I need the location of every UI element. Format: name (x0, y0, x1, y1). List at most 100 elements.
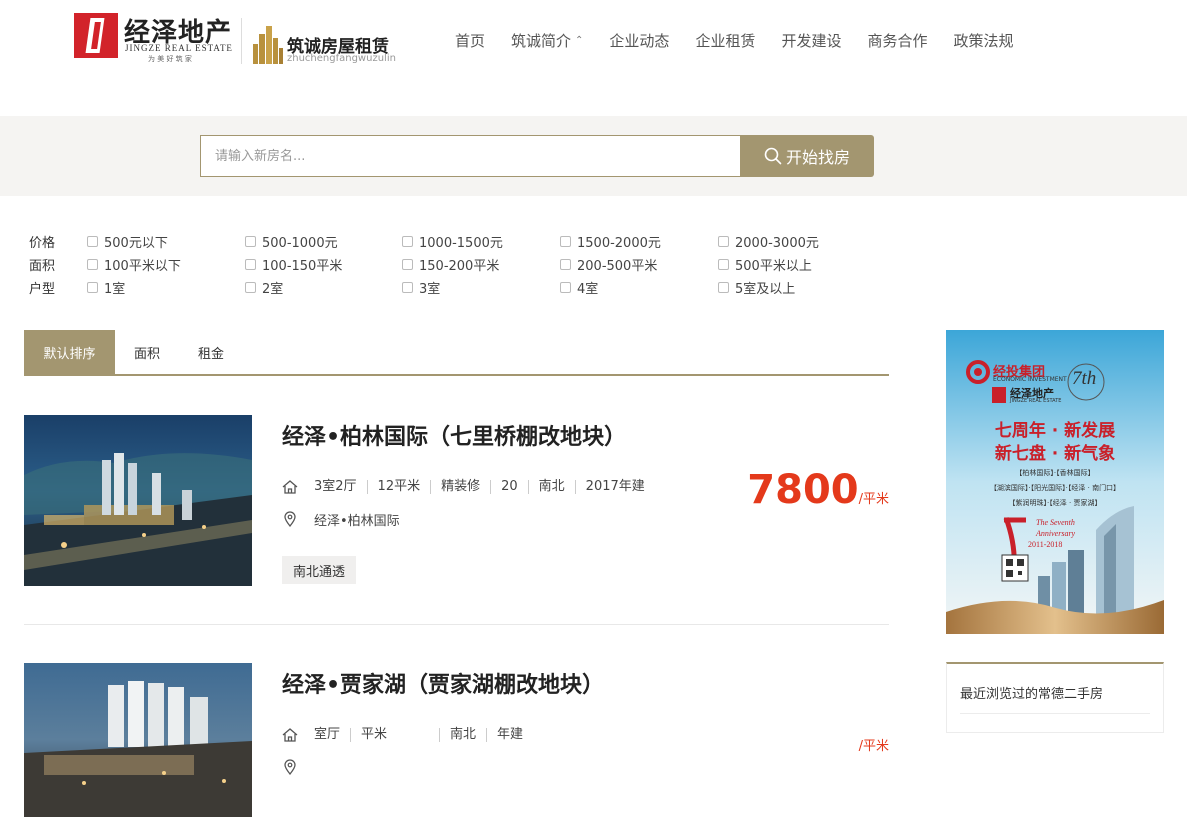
filter-option-label: 4室 (577, 282, 599, 297)
checkbox[interactable] (718, 282, 729, 293)
filter-option[interactable]: 500-1000元 (245, 232, 338, 251)
checkbox[interactable] (718, 259, 729, 270)
sort-bar: 默认排序 面积 租金 (24, 330, 889, 376)
nav-policy[interactable]: 政策法规 (953, 28, 1013, 52)
filter-option-label: 1500-2000元 (577, 236, 661, 251)
checkbox[interactable] (245, 259, 256, 270)
checkbox[interactable] (560, 282, 571, 293)
filter-option[interactable]: 500元以下 (87, 232, 168, 251)
filter-option[interactable]: 500平米以上 (718, 255, 812, 274)
listing-title[interactable]: 经泽•贾家湖（贾家湖棚改地块） (282, 667, 604, 699)
zhucheng-logo[interactable]: 筑诚房屋租赁 zhuchengfangwuzulin (251, 24, 396, 66)
checkbox[interactable] (402, 282, 413, 293)
checkbox[interactable] (87, 259, 98, 270)
price-unit: /平米 (858, 492, 889, 507)
checkbox[interactable] (560, 236, 571, 247)
filter-option[interactable]: 150-200平米 (402, 255, 499, 274)
filter-option[interactable]: 1室 (87, 278, 125, 297)
checkbox[interactable] (718, 236, 729, 247)
search-icon (764, 147, 782, 165)
listing-title[interactable]: 经泽•柏林国际（七里桥棚改地块） (282, 419, 626, 451)
listing-meta-orientation: 南北 (439, 728, 486, 742)
filter-option[interactable]: 2000-3000元 (718, 232, 819, 251)
listing-meta-layout: 室厅 (314, 727, 341, 742)
recently-viewed-divider (960, 713, 1150, 714)
filter-option[interactable]: 100-150平米 (245, 255, 342, 274)
nav-about[interactable]: 筑诚简介 ⌃ (511, 28, 583, 52)
listing-item[interactable]: 经泽•贾家湖（贾家湖棚改地块） 室厅 平米 南北 年建 /平米 (24, 663, 889, 817)
filter-option[interactable]: 4室 (560, 278, 598, 297)
checkbox[interactable] (245, 236, 256, 247)
sort-tab-rent[interactable]: 租金 (179, 330, 243, 374)
filter-option[interactable]: 1000-1500元 (402, 232, 503, 251)
listing-price: /平米 (859, 735, 889, 754)
filter-option[interactable]: 100平米以下 (87, 255, 181, 274)
recently-viewed-title: 最近浏览过的常德二手房 (960, 687, 1104, 702)
jingze-logo-mark-icon (74, 13, 118, 58)
buildings-logo-icon (253, 26, 283, 64)
listing-meta-area: 平米 (350, 728, 397, 742)
nav-business[interactable]: 商务合作 (867, 28, 927, 52)
listing-item[interactable]: 经泽•柏林国际（七里桥棚改地块） 3室2厅 12平米 精装修 20 南北 201… (24, 415, 889, 590)
sort-tab-default[interactable]: 默认排序 (24, 330, 115, 374)
location-pin-icon (280, 757, 300, 777)
nav-news[interactable]: 企业动态 (609, 28, 669, 52)
checkbox[interactable] (87, 236, 98, 247)
filter-option-label: 200-500平米 (577, 259, 658, 274)
checkbox[interactable] (245, 282, 256, 293)
ad-projects-1: 【柏林国际】·【香林国际】 (1015, 469, 1095, 477)
listing-divider (24, 624, 889, 625)
checkbox[interactable] (402, 259, 413, 270)
listing-price: 7800 /平米 (747, 467, 889, 513)
listing-meta-year: 2017年建 (574, 480, 655, 494)
filter-option-label: 500-1000元 (262, 236, 338, 251)
listing-photo[interactable] (24, 415, 252, 586)
site-header: 经泽地产 JINGZE REAL ESTATE 为 美 好 筑 家 筑诚房屋租赁… (0, 0, 1187, 116)
listing-meta-orientation: 南北 (527, 480, 575, 494)
jingze-logo[interactable]: 经泽地产 JINGZE REAL ESTATE 为 美 好 筑 家 (74, 13, 234, 63)
nav-leasing-label: 企业租赁 (695, 31, 756, 50)
nav-home-label: 首页 (455, 31, 486, 50)
listing-meta-layout: 3室2厅 (314, 479, 357, 494)
sort-tab-area[interactable]: 面积 (115, 330, 179, 374)
checkbox[interactable] (87, 282, 98, 293)
listing-location: 经泽•柏林国际 (280, 509, 400, 529)
house-icon (280, 477, 300, 497)
anniversary-ad-banner[interactable]: 经投集团 ECONOMIC INVESTMENT 经泽地产 JINGZE REA… (946, 330, 1164, 634)
checkbox[interactable] (560, 259, 571, 270)
filter-option[interactable]: 3室 (402, 278, 440, 297)
filter-row-layout: 户型 1室 2室 3室 4室 5室及以上 (29, 276, 929, 299)
nav-leasing[interactable]: 企业租赁 (695, 28, 755, 52)
search-input[interactable] (200, 135, 741, 177)
ad-anniversary-3: 2011-2018 (1028, 540, 1063, 549)
filter-option[interactable]: 5室及以上 (718, 278, 795, 297)
location-pin-icon (280, 509, 300, 529)
listing-location-text: 经泽•柏林国际 (314, 513, 400, 529)
ad-anniversary-2: Anniversary (1036, 529, 1076, 538)
filter-option-label: 2室 (262, 282, 284, 297)
filter-option-label: 1室 (104, 282, 126, 297)
filter-option-label: 2000-3000元 (735, 236, 819, 251)
filter-option[interactable]: 1500-2000元 (560, 232, 661, 251)
listing-meta: 室厅 平米 南北 年建 (280, 725, 533, 745)
nav-home[interactable]: 首页 (455, 28, 485, 52)
logo-slogan: 为 美 好 筑 家 (148, 55, 192, 63)
filter-panel: 价格 500元以下 500-1000元 1000-1500元 1500-2000… (29, 230, 929, 299)
sort-tab-label: 租金 (197, 346, 224, 362)
filter-label-area: 面积 (29, 259, 56, 274)
nav-development[interactable]: 开发建设 (781, 28, 841, 52)
price-unit: /平米 (858, 739, 889, 754)
nav-policy-label: 政策法规 (953, 31, 1014, 50)
filter-option[interactable]: 200-500平米 (560, 255, 657, 274)
filter-label-layout: 户型 (29, 282, 56, 297)
sort-tab-label: 默认排序 (43, 346, 96, 362)
listing-photo[interactable] (24, 663, 252, 817)
search-section: 开始找房 (0, 116, 1187, 196)
search-button[interactable]: 开始找房 (740, 135, 874, 177)
filter-option[interactable]: 2室 (245, 278, 283, 297)
listing-meta: 3室2厅 12平米 精装修 20 南北 2017年建 (280, 477, 655, 497)
checkbox[interactable] (402, 236, 413, 247)
logo-english: JINGZE REAL ESTATE (125, 43, 233, 53)
ad-brand-english: JINGZE REAL ESTATE (1010, 398, 1062, 404)
filter-label-price: 价格 (29, 236, 56, 251)
